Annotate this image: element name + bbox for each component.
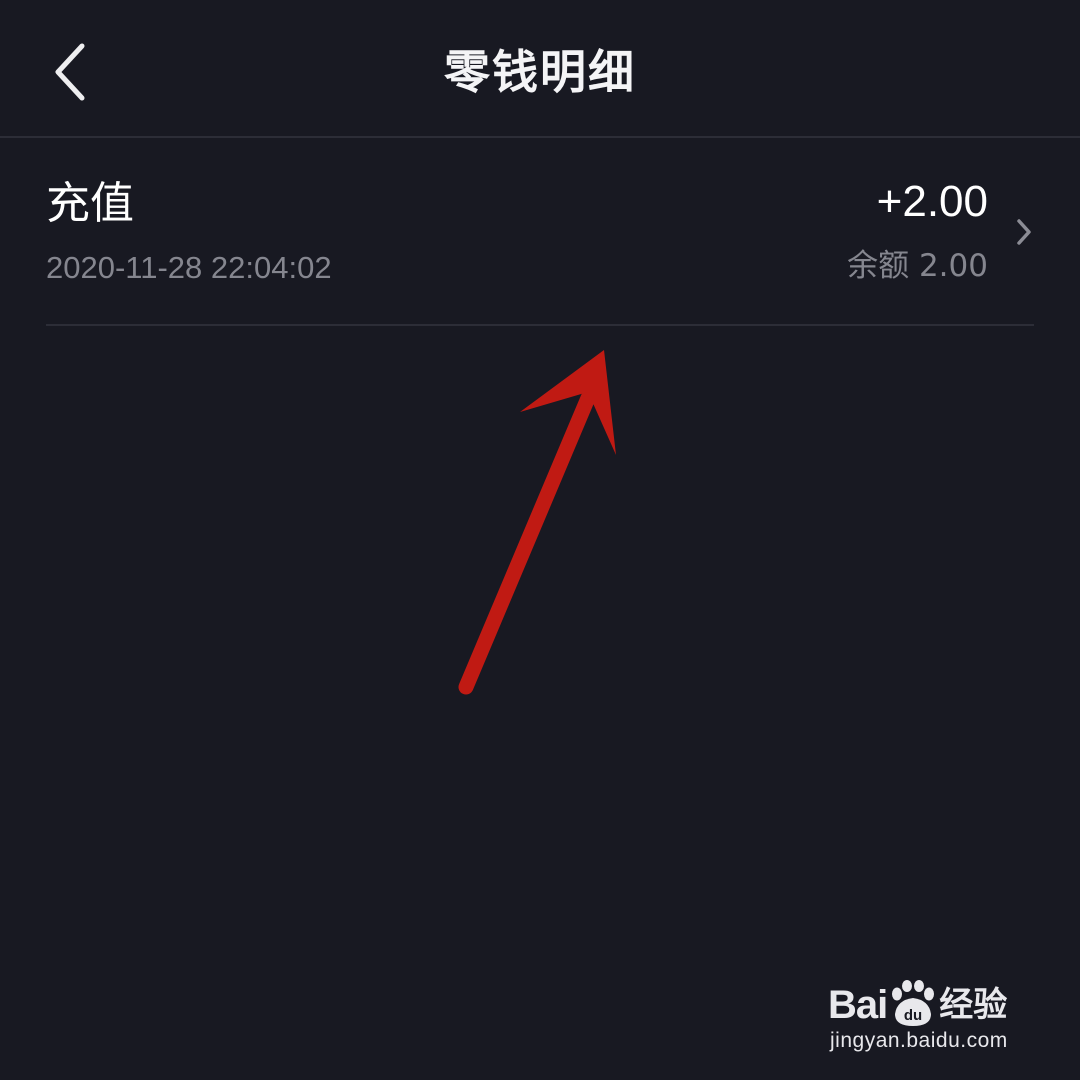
baidu-jingyan-watermark: Bai du 经验 jingyan.baidu.com: [828, 962, 1038, 1062]
transaction-type: 充值: [46, 178, 134, 229]
watermark-brand-prefix: Bai: [828, 983, 888, 1027]
top-bar: 零钱明细: [0, 0, 1080, 138]
transaction-row[interactable]: 充值 2020-11-28 22:04:02 +2.00 余额 2.00: [46, 138, 1034, 326]
watermark-url: jingyan.baidu.com: [830, 1029, 1008, 1052]
watermark-logo: Bai du 经验: [828, 980, 1007, 1030]
paw-text: du: [904, 1007, 922, 1024]
transaction-time: 2020-11-28 22:04:02: [46, 250, 332, 285]
chevron-right-icon: [1017, 219, 1031, 245]
baidu-paw-icon: du: [887, 980, 939, 1030]
transaction-amount: +2.00: [876, 177, 988, 226]
transaction-balance: 余额 2.00: [847, 248, 988, 284]
watermark-brand-suffix: 经验: [939, 985, 1008, 1025]
page-title: 零钱明细: [444, 45, 636, 99]
